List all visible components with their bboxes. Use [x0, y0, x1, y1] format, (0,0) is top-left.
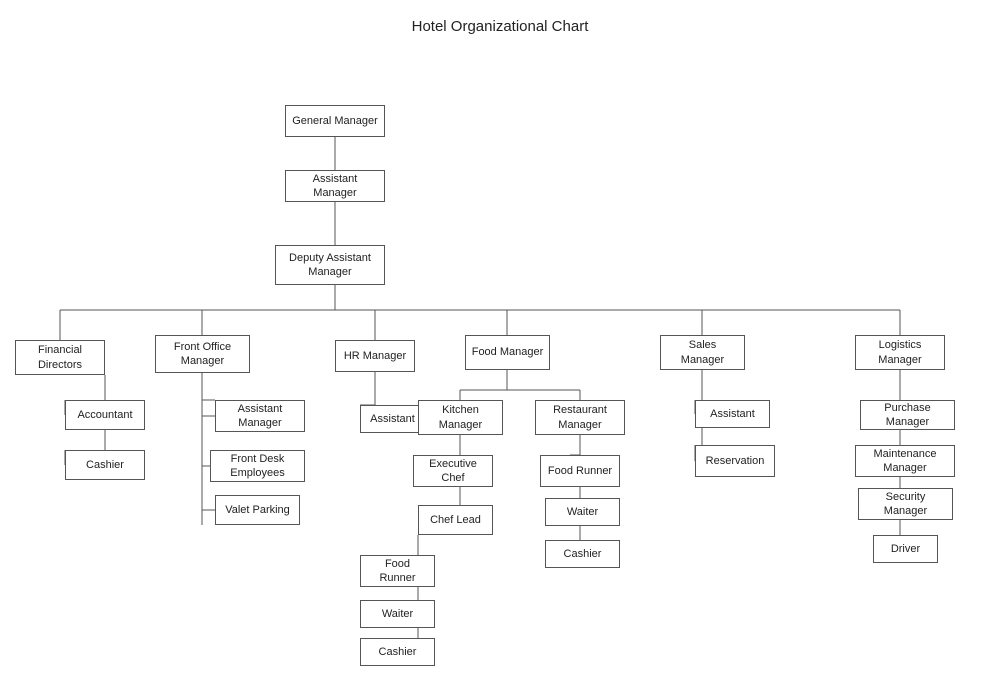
node-waiter-rest: Waiter — [545, 498, 620, 526]
node-deputy-assistant-manager: Deputy Assistant Manager — [275, 245, 385, 285]
node-assistant-sales: Assistant — [695, 400, 770, 428]
node-reservation: Reservation — [695, 445, 775, 477]
node-accountant: Accountant — [65, 400, 145, 430]
node-hr-manager: HR Manager — [335, 340, 415, 372]
node-front-office-manager: Front Office Manager — [155, 335, 250, 373]
node-assistant-manager: Assistant Manager — [285, 170, 385, 202]
node-financial-directors: Financial Directors — [15, 340, 105, 375]
node-assistant-manager2: Assistant Manager — [215, 400, 305, 432]
node-waiter-kitchen: Waiter — [360, 600, 435, 628]
node-chef-lead: Chef Lead — [418, 505, 493, 535]
node-valet-parking: Valet Parking — [215, 495, 300, 525]
node-food-manager: Food Manager — [465, 335, 550, 370]
node-sales-manager: Sales Manager — [660, 335, 745, 370]
node-cashier-fin: Cashier — [65, 450, 145, 480]
node-food-runner-rest: Food Runner — [540, 455, 620, 487]
page-title: Hotel Organizational Chart — [0, 0, 1000, 45]
node-front-desk-employees: Front Desk Employees — [210, 450, 305, 482]
node-maintenance-manager: Maintenance Manager — [855, 445, 955, 477]
node-cashier-rest: Cashier — [545, 540, 620, 568]
node-security-manager: Security Manager — [858, 488, 953, 520]
node-driver: Driver — [873, 535, 938, 563]
node-executive-chef: Executive Chef — [413, 455, 493, 487]
node-restaurant-manager: Restaurant Manager — [535, 400, 625, 435]
node-purchase-manager: Purchase Manager — [860, 400, 955, 430]
node-logistics-manager: Logistics Manager — [855, 335, 945, 370]
node-cashier-kitchen: Cashier — [360, 638, 435, 666]
node-kitchen-manager: Kitchen Manager — [418, 400, 503, 435]
node-food-runner-kitchen: Food Runner — [360, 555, 435, 587]
org-chart: General Manager Assistant Manager Deputy… — [0, 45, 1000, 685]
node-general-manager: General Manager — [285, 105, 385, 137]
node-assistant-hr: Assistant — [360, 405, 425, 433]
